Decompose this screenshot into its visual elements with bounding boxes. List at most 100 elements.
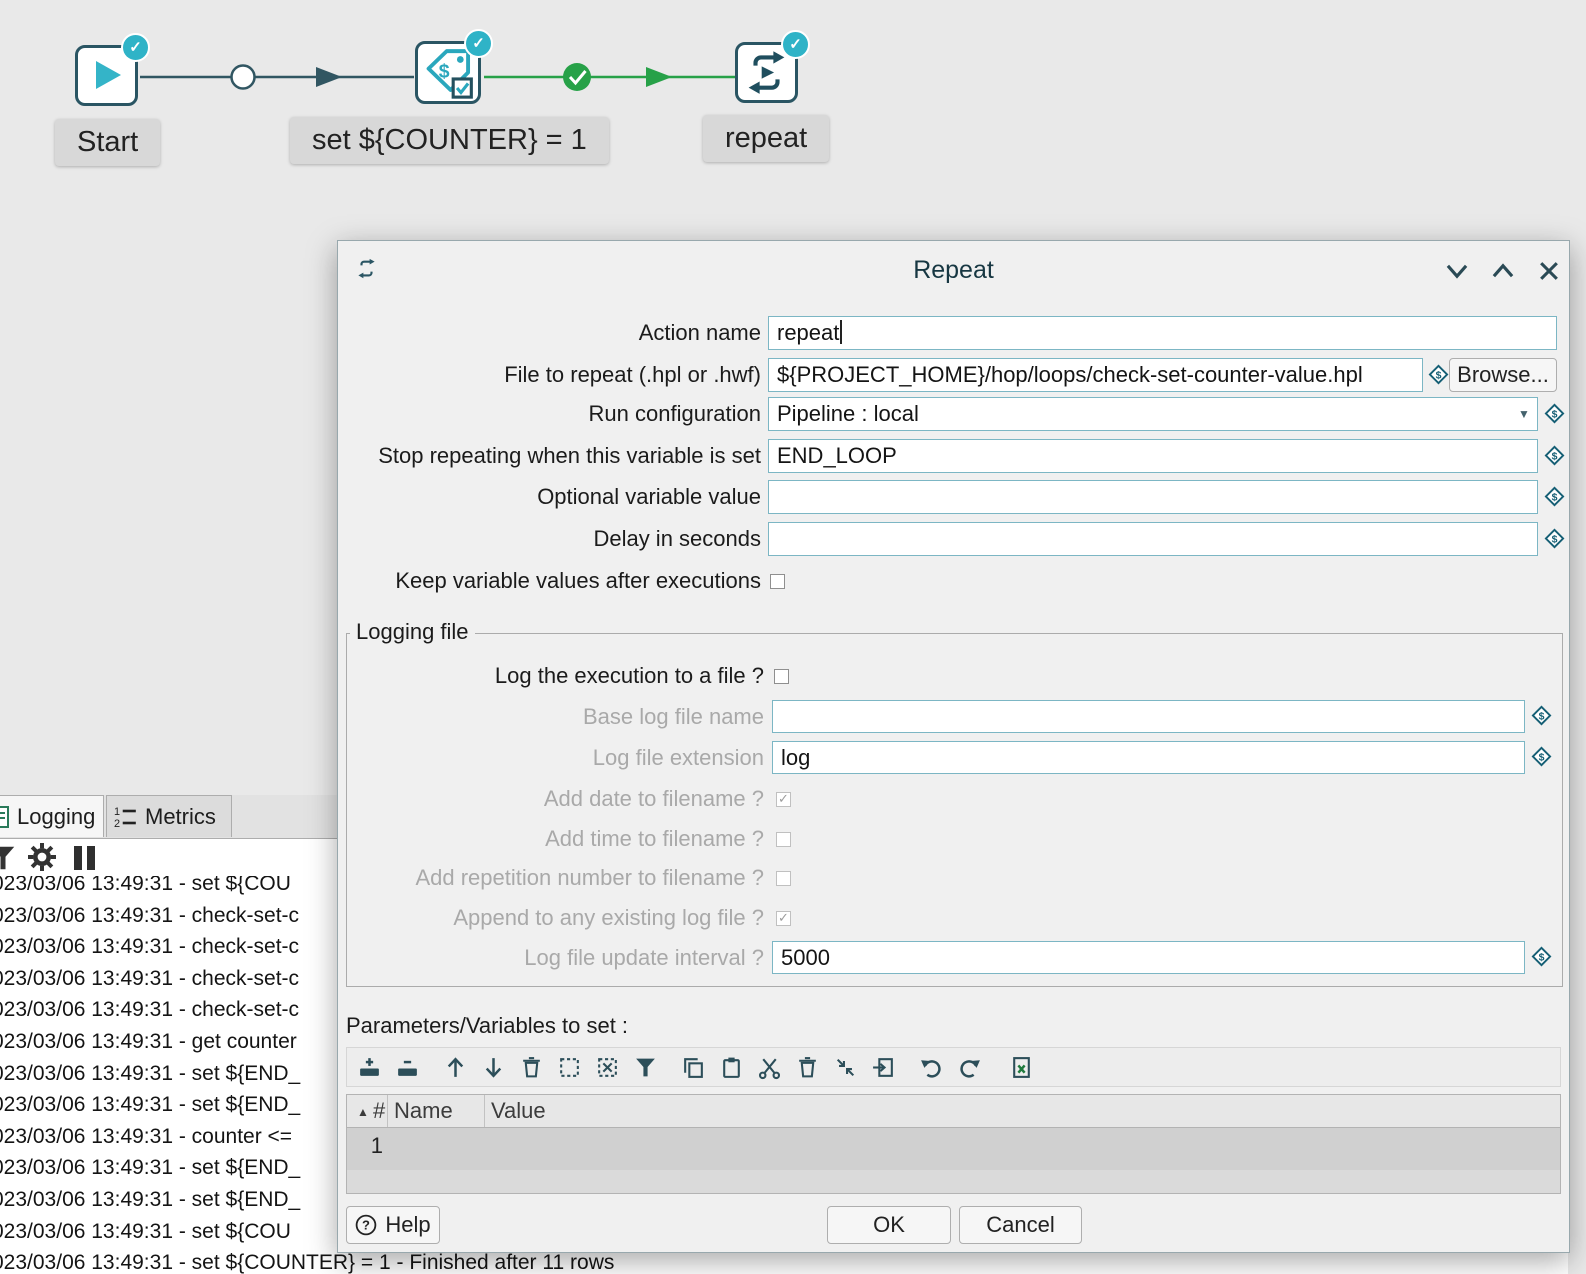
keep-values-checkbox[interactable]: [770, 574, 785, 589]
action-name-input[interactable]: repeat: [768, 316, 1557, 350]
table-row[interactable]: 1: [346, 1128, 1561, 1170]
variable-icon[interactable]: $: [1544, 445, 1565, 466]
svg-text:2: 2: [114, 818, 120, 829]
paste-rows-icon[interactable]: [719, 1055, 744, 1080]
browse-button[interactable]: Browse...: [1449, 358, 1557, 392]
optional-value-input[interactable]: [768, 480, 1538, 514]
copy-row-to-others-icon[interactable]: [871, 1055, 896, 1080]
start-action-node[interactable]: ✓: [75, 45, 138, 106]
move-down-icon[interactable]: [481, 1055, 506, 1080]
insert-row-icon[interactable]: [357, 1055, 382, 1080]
file-to-repeat-input[interactable]: ${PROJECT_HOME}/hop/loops/check-set-coun…: [768, 358, 1423, 392]
clear-rows-icon[interactable]: [519, 1055, 544, 1080]
run-configuration-label: Run configuration: [338, 397, 761, 431]
log-settings-gear-icon[interactable]: [26, 841, 58, 873]
svg-text:$: $: [1552, 450, 1558, 462]
set-counter-action-label[interactable]: set ${COUNTER} = 1: [290, 117, 609, 164]
variable-icon[interactable]: $: [1531, 746, 1552, 767]
ok-button[interactable]: OK: [827, 1206, 951, 1244]
redo-icon[interactable]: [957, 1055, 982, 1080]
column-header-value[interactable]: Value: [491, 1095, 546, 1127]
repeat-action-node[interactable]: ✓: [735, 42, 798, 103]
chevron-down-icon[interactable]: ▼: [1511, 398, 1537, 430]
update-interval-input[interactable]: 5000: [772, 941, 1525, 974]
logging-tab-icon: [0, 805, 11, 829]
select-all-icon[interactable]: [557, 1055, 582, 1080]
column-header-num[interactable]: #: [373, 1095, 385, 1127]
sort-ascending-icon[interactable]: ▲: [357, 1096, 369, 1128]
svg-text:1: 1: [114, 806, 120, 818]
variable-icon[interactable]: $: [1544, 486, 1565, 507]
keep-selected-icon[interactable]: [833, 1055, 858, 1080]
hop-gui-window: ✓ Start $ ✓ set ${COUNTER} = 1 ✓ repeat: [0, 0, 1586, 1274]
start-action-label[interactable]: Start: [55, 119, 160, 166]
parameters-toolbar: [346, 1047, 1561, 1087]
log-extension-label: Log file extension: [338, 741, 764, 775]
tab-metrics[interactable]: 1 2 Metrics: [106, 795, 232, 837]
svg-text:$: $: [1552, 491, 1558, 503]
run-configuration-combo[interactable]: Pipeline : local ▼: [768, 397, 1538, 431]
text-cursor: [840, 320, 842, 344]
optional-value-label: Optional variable value: [338, 480, 761, 514]
variable-icon[interactable]: $: [1544, 528, 1565, 549]
undo-icon[interactable]: [919, 1055, 944, 1080]
stop-variable-input[interactable]: END_LOOP: [768, 439, 1538, 473]
add-repetition-checkbox[interactable]: [776, 871, 791, 886]
variable-icon[interactable]: $: [1544, 403, 1565, 424]
action-name-label: Action name: [338, 316, 761, 350]
svg-text:$: $: [1436, 369, 1442, 381]
add-time-checkbox[interactable]: [776, 832, 791, 847]
repeat-action-label[interactable]: repeat: [703, 115, 829, 162]
keep-values-label: Keep variable values after executions: [338, 564, 761, 598]
filter-icon[interactable]: [633, 1055, 658, 1080]
play-icon: [96, 61, 121, 89]
repeat-dialog: Repeat Action name repeat File to repeat…: [337, 240, 1570, 1253]
delay-seconds-input[interactable]: [768, 522, 1538, 556]
log-to-file-label: Log the execution to a file ?: [338, 659, 764, 693]
add-repetition-label: Add repetition number to filename ?: [338, 861, 764, 895]
add-time-label: Add time to filename ?: [338, 822, 764, 856]
logging-file-group-title: Logging file: [350, 619, 475, 645]
cancel-button[interactable]: Cancel: [959, 1206, 1082, 1244]
append-existing-checkbox[interactable]: [776, 911, 791, 926]
tab-logging[interactable]: Logging: [0, 795, 104, 837]
cut-rows-icon[interactable]: [757, 1055, 782, 1080]
close-dialog-icon[interactable]: [1536, 258, 1562, 284]
pause-log-icon-bar[interactable]: [87, 846, 95, 870]
column-header-name[interactable]: Name: [394, 1095, 453, 1127]
table-empty-area[interactable]: [346, 1170, 1561, 1194]
success-check-badge: ✓: [781, 30, 810, 59]
success-check-badge: ✓: [121, 33, 150, 62]
minimize-dialog-icon[interactable]: [1444, 258, 1470, 284]
copy-rows-icon[interactable]: [681, 1055, 706, 1080]
svg-text:$: $: [1552, 533, 1558, 545]
arrowhead-icon: [316, 67, 342, 87]
pause-log-icon[interactable]: [74, 846, 82, 870]
arrowhead-icon: [646, 67, 672, 87]
delete-rows-icon[interactable]: [795, 1055, 820, 1080]
variable-icon[interactable]: $: [1531, 705, 1552, 726]
delete-row-icon[interactable]: [395, 1055, 420, 1080]
svg-text:$: $: [439, 61, 450, 83]
svg-text:?: ?: [362, 1218, 370, 1233]
export-excel-icon[interactable]: [1009, 1055, 1034, 1080]
log-extension-input[interactable]: log: [772, 741, 1525, 774]
variable-icon[interactable]: $: [1428, 364, 1449, 385]
move-up-icon[interactable]: [443, 1055, 468, 1080]
maximize-dialog-icon[interactable]: [1490, 258, 1516, 284]
log-to-file-checkbox[interactable]: [774, 669, 789, 684]
log-filter-icon[interactable]: [0, 843, 18, 873]
delay-seconds-label: Delay in seconds: [338, 522, 761, 556]
add-date-checkbox[interactable]: [776, 792, 791, 807]
stop-variable-label: Stop repeating when this variable is set: [338, 439, 761, 473]
help-button[interactable]: ? Help: [346, 1206, 440, 1244]
base-log-name-input[interactable]: [772, 700, 1525, 733]
metrics-tab-icon: 1 2: [114, 805, 138, 829]
append-existing-label: Append to any existing log file ?: [338, 901, 764, 935]
row-number: 1: [347, 1133, 383, 1159]
svg-text:$: $: [1539, 710, 1545, 722]
set-variables-action-node[interactable]: $ ✓: [415, 41, 481, 104]
svg-text:$: $: [1539, 951, 1545, 963]
clear-selection-icon[interactable]: [595, 1055, 620, 1080]
variable-icon[interactable]: $: [1531, 946, 1552, 967]
